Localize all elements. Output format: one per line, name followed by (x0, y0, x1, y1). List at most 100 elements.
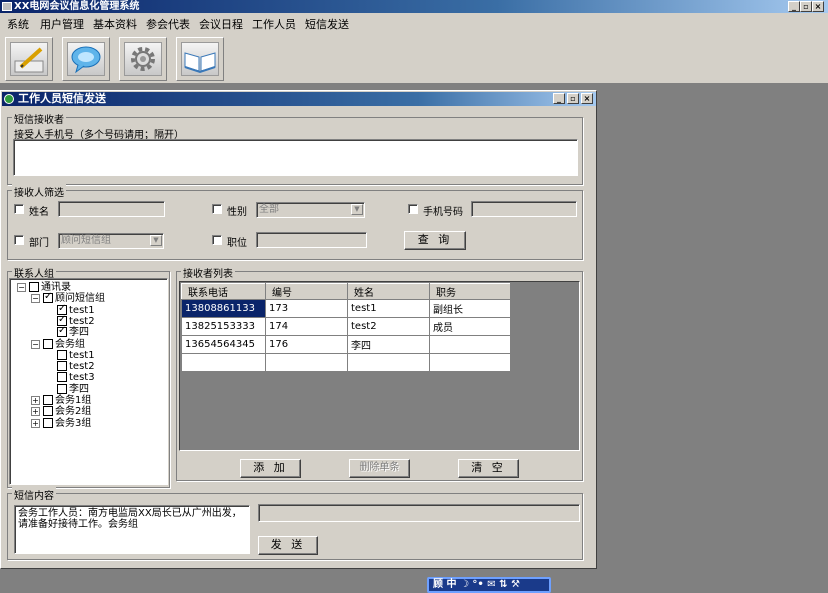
app-minimize-button[interactable]: _ (788, 1, 800, 12)
expand-icon[interactable]: + (31, 396, 40, 405)
checkbox[interactable] (43, 395, 53, 405)
table-cell[interactable]: test1 (347, 299, 430, 318)
table-cell[interactable]: 成员 (429, 317, 511, 336)
table-cell[interactable]: 13654564345 (181, 335, 266, 354)
content-group-legend: 短信内容 (12, 487, 56, 502)
table-cell[interactable] (429, 353, 511, 372)
menu-schedule[interactable]: 会议日程 (199, 16, 243, 32)
app-close-button[interactable]: × (812, 1, 824, 12)
tree-node[interactable]: 李四 (57, 383, 89, 395)
checkbox[interactable] (57, 349, 67, 360)
tree-node[interactable]: test1 (57, 349, 95, 361)
dialog-minimize-button[interactable]: _ (553, 93, 565, 104)
table-row[interactable]: 13654564345 176 李四 (181, 335, 511, 354)
tree-node[interactable]: 会务2组 (43, 406, 91, 417)
filter-group-legend: 接收人筛选 (12, 184, 66, 199)
chevron-down-icon[interactable]: ▼ (150, 235, 162, 246)
table-cell[interactable]: 176 (265, 335, 348, 354)
checkbox[interactable] (57, 383, 67, 394)
dept-select-value: 顾问短信组 (61, 235, 111, 246)
table-cell[interactable]: 13808861133 (181, 299, 266, 318)
table-cell[interactable]: 李四 (347, 335, 430, 354)
toolbar-edit-button[interactable] (5, 37, 53, 81)
table-cell[interactable]: 副组长 (429, 299, 511, 318)
menu-delegates[interactable]: 参会代表 (146, 16, 190, 32)
table-cell[interactable] (347, 353, 430, 372)
dialog-close-button[interactable]: × (581, 93, 593, 104)
ime-toolbar[interactable]: 顾 中 ☽ °• ✉ ⇅ ⚒ (427, 577, 551, 593)
recipients-grid: 联系电话 编号 姓名 职务 13808861133 173 test1 副组长 … (179, 281, 580, 451)
name-checkbox[interactable] (14, 204, 24, 214)
gender-select[interactable]: 全部 ▼ (256, 202, 365, 218)
position-input[interactable] (256, 232, 367, 248)
table-row[interactable]: 13825153333 174 test2 成员 (181, 317, 511, 336)
tree-node[interactable]: test2 (57, 361, 95, 372)
column-header[interactable]: 编号 (265, 283, 348, 300)
tree-node[interactable]: 李四 (57, 325, 89, 338)
table-cell[interactable]: 173 (265, 299, 348, 318)
checkbox[interactable] (43, 406, 53, 417)
query-button[interactable]: 查 询 (404, 231, 466, 250)
send-button[interactable]: 发 送 (258, 536, 318, 555)
clear-button[interactable]: 清 空 (458, 459, 519, 478)
dept-select[interactable]: 顾问短信组 ▼ (58, 233, 164, 249)
delete-row-button[interactable]: 删除单条 (349, 459, 410, 478)
tree-node[interactable]: 会务组 (43, 338, 85, 350)
dept-checkbox[interactable] (14, 235, 24, 245)
table-cell[interactable] (429, 335, 511, 354)
gender-checkbox[interactable] (212, 204, 222, 214)
menu-user-management[interactable]: 用户管理 (40, 16, 84, 32)
checkbox[interactable] (43, 338, 53, 349)
add-button[interactable]: 添 加 (240, 459, 301, 478)
tree-node[interactable]: 会务1组 (43, 395, 91, 406)
collapse-icon[interactable]: − (31, 339, 40, 349)
table-cell[interactable]: test2 (347, 317, 430, 336)
sms-dialog: 工作人员短信发送 _ ▫ × 短信接收者 接受人手机号（多个号码请用；隔开） 接… (0, 90, 597, 569)
table-cell[interactable]: 13825153333 (181, 317, 266, 336)
tree-node-label: 李四 (69, 383, 89, 395)
column-header[interactable]: 联系电话 (181, 283, 266, 300)
chevron-down-icon[interactable]: ▼ (351, 204, 363, 215)
collapse-icon[interactable]: − (31, 294, 40, 304)
toolbar-book-button[interactable] (176, 37, 224, 81)
checkbox[interactable] (57, 361, 67, 372)
menu-system[interactable]: 系统 (7, 16, 29, 32)
column-header[interactable]: 职务 (429, 283, 511, 300)
message-textarea[interactable]: 会务工作人员：南方电监局XX局长已从广州出发，请准备好接待工作。会务组 (14, 505, 250, 554)
tree-node[interactable]: test3 (57, 372, 95, 383)
checked-checkbox[interactable] (57, 325, 67, 338)
dialog-restore-button[interactable]: ▫ (567, 93, 579, 104)
table-row[interactable] (181, 353, 511, 372)
table-cell[interactable] (181, 353, 266, 372)
menu-sms[interactable]: 短信发送 (305, 16, 349, 32)
toolbar-message-button[interactable] (62, 37, 110, 81)
menu-staff[interactable]: 工作人员 (252, 16, 296, 32)
tree-node-label: 会务1组 (55, 395, 92, 406)
pencil-icon (10, 42, 48, 76)
app-restore-button[interactable]: ▫ (800, 1, 812, 12)
table-cell[interactable] (265, 353, 348, 372)
menu-basic-data[interactable]: 基本资料 (93, 16, 137, 32)
checkbox[interactable] (29, 282, 39, 292)
table-cell[interactable]: 174 (265, 317, 348, 336)
name-input[interactable] (58, 201, 165, 217)
checked-checkbox[interactable] (43, 291, 53, 304)
position-checkbox[interactable] (212, 235, 222, 245)
table-row[interactable]: 13808861133 173 test1 副组长 (181, 299, 511, 318)
mobile-checkbox[interactable] (408, 204, 418, 214)
column-header[interactable]: 姓名 (347, 283, 430, 300)
tree-node[interactable]: 会务3组 (43, 417, 91, 429)
tree-node-label: test2 (69, 361, 95, 373)
mobile-input[interactable] (471, 201, 577, 217)
dialog-title-bar: 工作人员短信发送 _ ▫ × (2, 92, 596, 106)
checkbox[interactable] (43, 417, 53, 428)
phone-input[interactable] (13, 139, 578, 176)
collapse-icon[interactable]: − (17, 283, 26, 292)
ime-status-text[interactable]: 顾 中 ☽ °• ✉ ⇅ ⚒ (433, 579, 520, 590)
toolbar-settings-button[interactable] (119, 37, 167, 81)
checkbox[interactable] (57, 372, 67, 383)
tree-node[interactable]: 顾问短信组 (43, 291, 105, 304)
expand-icon[interactable]: + (31, 407, 40, 417)
expand-icon[interactable]: + (31, 418, 40, 428)
tree-node-label: test1 (69, 349, 95, 361)
